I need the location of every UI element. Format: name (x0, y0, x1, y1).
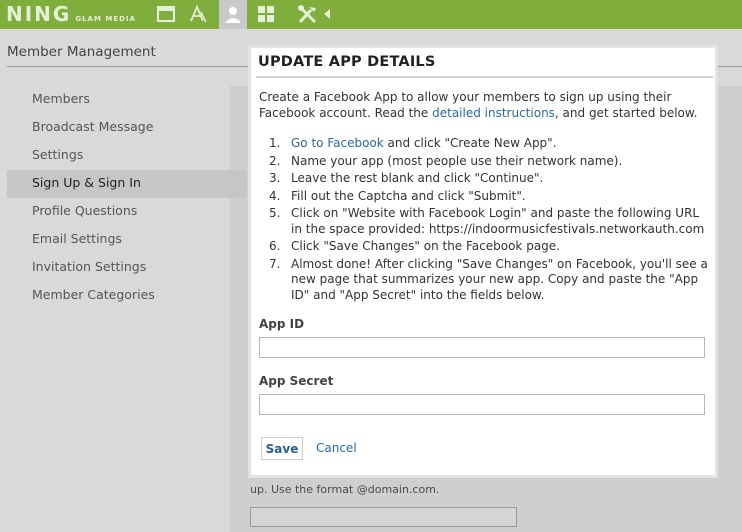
app-id-label: App ID (259, 317, 305, 331)
background-domain-input[interactable] (250, 507, 517, 527)
person-icon[interactable] (222, 3, 244, 25)
cancel-link[interactable]: Cancel (316, 441, 357, 455)
sidebar-item-profile-questions[interactable]: Profile Questions (7, 198, 247, 226)
detailed-instructions-link[interactable]: detailed instructions (432, 106, 555, 120)
step-text: Almost done! After clicking "Save Change… (291, 256, 708, 302)
step-text: Click on "Website with Facebook Login" a… (291, 206, 705, 236)
intro-text-2: , and get started below. (554, 106, 698, 120)
step-text: Fill out the Captcha and click "Submit". (291, 188, 526, 203)
step-text: Go to Facebook and click "Create New App… (291, 136, 709, 152)
sidebar-item-members[interactable]: Members (7, 86, 247, 114)
sidebar-item-email-settings[interactable]: Email Settings (7, 226, 247, 254)
step-number: 4. (269, 188, 281, 203)
step-item: 6. Click "Save Changes" on the Facebook … (269, 239, 709, 255)
app-secret-label: App Secret (259, 374, 334, 388)
sidebar-item-invitation-settings[interactable]: Invitation Settings (7, 254, 247, 282)
tools-icon[interactable] (297, 3, 319, 25)
logo-text: NING (6, 2, 72, 26)
window-icon[interactable] (155, 3, 177, 25)
go-to-facebook-link[interactable]: Go to Facebook (291, 136, 384, 150)
top-bar: NING GLAM MEDIA (0, 0, 742, 29)
background-help-text: up. Use the format @domain.com. (250, 483, 440, 496)
step-item: 7. Almost done! After clicking "Save Cha… (269, 257, 709, 304)
step-item: 1. Go to Facebook and click "Create New … (269, 136, 709, 152)
step-number: 7. (269, 256, 281, 271)
app-secret-input[interactable] (259, 394, 705, 415)
modal-title: UPDATE APP DETAILS (258, 54, 436, 70)
sidebar-item-broadcast-message[interactable]: Broadcast Message (7, 114, 247, 142)
step-number: 5. (269, 206, 281, 220)
step-text: Click "Save Changes" on the Facebook pag… (291, 239, 560, 253)
step-item: 5. Click on "Website with Facebook Login… (269, 206, 709, 237)
sidebar-item-sign-up-sign-in[interactable]: Sign Up & Sign In (7, 170, 247, 198)
step-number: 3. (269, 171, 281, 185)
step-text: Leave the rest blank and click "Continue… (291, 171, 544, 185)
modal-intro: Create a Facebook App to allow your memb… (259, 89, 709, 121)
step-item: 4. Fill out the Captcha and click "Submi… (269, 189, 709, 205)
ning-logo[interactable]: NING GLAM MEDIA (6, 2, 136, 27)
section-title: Member Management (7, 44, 156, 60)
step-number: 2. (269, 153, 281, 168)
app-id-input[interactable] (259, 337, 705, 358)
arrow-left-icon[interactable] (320, 3, 334, 25)
step-number: 6. (269, 239, 281, 253)
sidebar-item-settings[interactable]: Settings (7, 142, 247, 170)
logo-subtext: GLAM MEDIA (75, 15, 136, 23)
step-text: Name your app (most people use their net… (291, 153, 623, 168)
step-item: 2. Name your app (most people use their … (269, 154, 709, 170)
grid-icon[interactable] (255, 3, 277, 25)
steps-list: 1. Go to Facebook and click "Create New … (269, 136, 709, 305)
update-app-details-modal: UPDATE APP DETAILS Create a Facebook App… (248, 45, 718, 478)
step-item: 3. Leave the rest blank and click "Conti… (269, 171, 709, 187)
step-text-rest: and click "Create New App". (383, 136, 557, 150)
modal-title-divider (256, 76, 713, 78)
sidebar-item-member-categories[interactable]: Member Categories (7, 282, 247, 310)
save-button[interactable]: Save (261, 437, 303, 460)
sidebar: Members Broadcast Message Settings Sign … (7, 86, 247, 310)
step-number: 1. (269, 136, 281, 150)
font-icon[interactable] (187, 3, 209, 25)
